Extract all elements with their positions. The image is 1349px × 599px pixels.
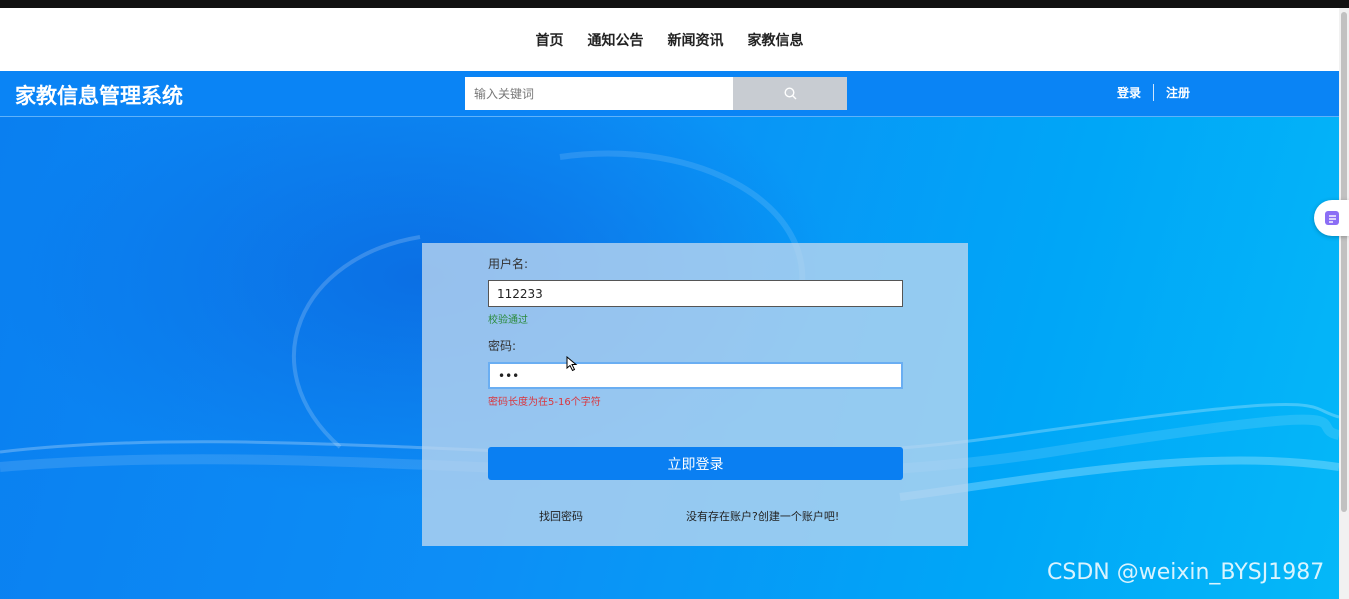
browser-top-bar (0, 0, 1349, 8)
register-link[interactable]: 注册 (1154, 84, 1202, 101)
mouse-cursor-icon (566, 356, 578, 372)
auth-links: 登录 注册 (1105, 84, 1202, 101)
nav-item-news[interactable]: 新闻资讯 (666, 30, 726, 50)
username-input[interactable] (488, 280, 903, 307)
csdn-watermark: CSDN @weixin_BYSJ1987 (1047, 560, 1325, 585)
top-nav: 首页 通知公告 新闻资讯 家教信息 (0, 8, 1339, 71)
search-button[interactable] (733, 77, 847, 110)
password-label: 密码: (488, 339, 517, 353)
create-account-link[interactable]: 没有存在账户?创建一个账户吧! (686, 508, 839, 524)
password-input[interactable] (488, 362, 903, 389)
nav-item-notices[interactable]: 通知公告 (586, 30, 646, 50)
header-bar: 家教信息管理系统 登录 注册 (0, 71, 1339, 117)
password-hint: 密码长度为在5-16个字符 (488, 397, 601, 408)
chat-assistant-icon (1324, 211, 1339, 225)
search-input[interactable] (465, 77, 733, 110)
search-icon (783, 87, 796, 100)
username-label: 用户名: (488, 257, 529, 271)
forgot-password-link[interactable]: 找回密码 (539, 508, 583, 524)
scrollbar-thumb[interactable] (1341, 12, 1347, 512)
site-title: 家教信息管理系统 (15, 84, 183, 108)
login-link[interactable]: 登录 (1105, 84, 1153, 101)
nav-item-tutoring[interactable]: 家教信息 (746, 30, 806, 50)
chat-assistant-button[interactable] (1314, 200, 1349, 236)
username-hint: 校验通过 (488, 315, 528, 326)
nav-item-home[interactable]: 首页 (534, 30, 566, 50)
login-card: 用户名: 校验通过 密码: 密码长度为在5-16个字符 立即登录 找回密码 没有… (422, 243, 968, 546)
login-submit-button[interactable]: 立即登录 (488, 447, 903, 480)
